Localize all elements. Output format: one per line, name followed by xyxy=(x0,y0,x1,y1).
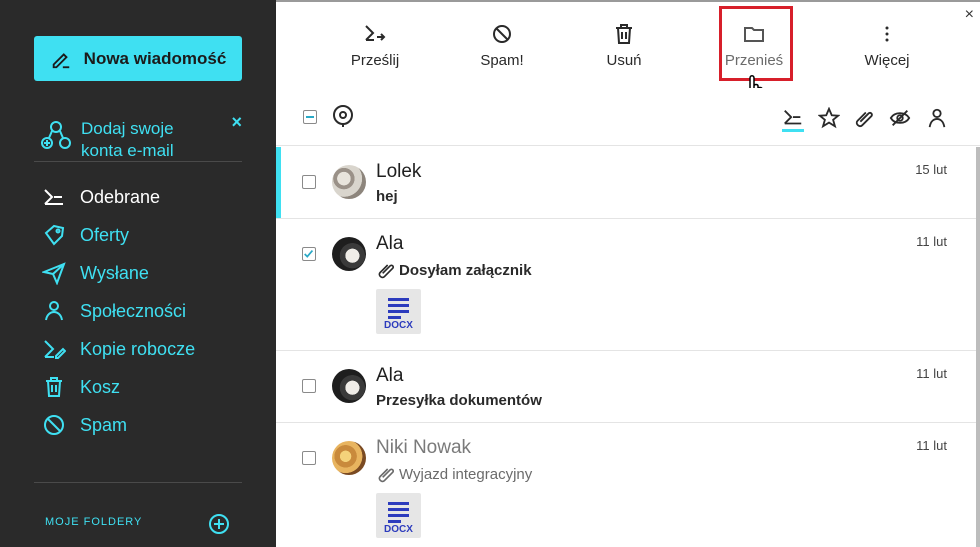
draft-icon xyxy=(44,340,66,359)
sidebar-divider xyxy=(34,482,242,483)
unread-indicator xyxy=(276,147,281,218)
sender-name: Ala xyxy=(376,233,404,254)
avatar xyxy=(332,441,366,475)
avatar xyxy=(332,165,366,199)
attachment-type-label: DOCX xyxy=(384,524,413,535)
message-checkbox[interactable] xyxy=(302,175,316,189)
message-subject: Wyjazd integracyjny xyxy=(399,465,533,483)
message-checkbox[interactable] xyxy=(302,451,316,465)
sidebar-item-drafts[interactable]: Kopie robocze xyxy=(34,330,242,368)
inbox-filter-icon[interactable] xyxy=(782,107,804,129)
message-row[interactable]: Ala Przesyłka dokumentów 11 lut xyxy=(276,351,980,423)
people-icon xyxy=(45,301,63,321)
compose-label: Nowa wiadomość xyxy=(83,48,227,68)
message-row[interactable]: Lolek hej 15 lut xyxy=(276,147,980,219)
document-icon xyxy=(388,502,409,526)
close-icon[interactable]: × xyxy=(965,6,974,24)
message-subject-row: Dosyłam załącznik xyxy=(376,260,532,280)
message-row[interactable]: Ala Dosyłam załącznik 11 lut DOCX xyxy=(276,219,980,351)
more-button[interactable]: Więcej xyxy=(842,22,932,69)
hidden-eye-icon[interactable] xyxy=(889,107,911,129)
my-folders-label: MOJE FOLDERY xyxy=(45,516,143,528)
send-icon xyxy=(42,262,66,285)
forward-icon xyxy=(365,25,386,41)
sidebar-item-spam[interactable]: Spam xyxy=(34,406,242,444)
message-subject: Dosyłam załącznik xyxy=(399,261,532,279)
message-subject: Przesyłka dokumentów xyxy=(376,392,542,409)
add-accounts-text: Dodaj swoje konta e-mail xyxy=(81,119,174,160)
message-list: Lolek hej 15 lut Ala Dosyłam załącznik 1… xyxy=(276,147,980,547)
close-banner-icon[interactable]: × xyxy=(231,112,242,133)
message-subject-row: Wyjazd integracyjny xyxy=(376,464,532,484)
toolbar: Prześlij Spam! Usuń Przenieś Więcej × xyxy=(276,2,980,88)
sidebar-item-sent[interactable]: Wysłane xyxy=(34,254,242,292)
message-checkbox[interactable] xyxy=(302,379,316,393)
avatar xyxy=(332,237,366,271)
active-filter-indicator xyxy=(782,129,804,132)
select-all-checkbox[interactable] xyxy=(303,110,317,124)
tag-icon xyxy=(44,224,65,246)
attachment-icon xyxy=(378,264,395,279)
sidebar-item-inbox[interactable]: Odebrane xyxy=(34,178,242,216)
attachment-icon xyxy=(378,468,395,483)
spam-button[interactable]: Spam! xyxy=(457,22,547,69)
message-date: 15 lut xyxy=(915,162,947,177)
scrollbar[interactable] xyxy=(976,147,980,547)
forward-button[interactable]: Prześlij xyxy=(330,22,420,69)
sidebar: Nowa wiadomość Dodaj swoje konta e-mail … xyxy=(0,0,276,547)
compose-button[interactable]: Nowa wiadomość xyxy=(34,36,242,81)
trash-icon xyxy=(616,24,632,44)
message-date: 11 lut xyxy=(916,234,947,249)
sidebar-item-social[interactable]: Społeczności xyxy=(34,292,242,330)
message-date: 11 lut xyxy=(916,438,947,453)
person-icon[interactable] xyxy=(926,107,948,129)
attachment-icon[interactable] xyxy=(853,107,875,129)
spam-icon xyxy=(493,25,511,43)
check-icon xyxy=(304,250,314,258)
message-row[interactable]: Niki Nowak Wyjazd integracyjny 11 lut DO… xyxy=(276,423,980,547)
pencil-icon xyxy=(52,52,69,68)
docx-attachment[interactable]: DOCX xyxy=(376,493,421,538)
add-accounts-icon xyxy=(41,121,71,149)
more-vertical-icon xyxy=(885,26,889,42)
avatar xyxy=(332,369,366,403)
delete-button[interactable]: Usuń xyxy=(579,22,669,69)
trash-icon xyxy=(46,377,62,397)
mention-icon[interactable] xyxy=(331,104,355,128)
message-checkbox[interactable] xyxy=(302,247,316,261)
add-accounts-banner[interactable]: Dodaj swoje konta e-mail × xyxy=(34,112,242,162)
add-folder-icon[interactable] xyxy=(208,513,230,535)
folder-list: Odebrane Oferty Wysłane Społeczności Kop… xyxy=(34,178,242,444)
message-date: 11 lut xyxy=(916,366,947,381)
inbox-icon xyxy=(44,189,63,205)
sender-name: Niki Nowak xyxy=(376,437,472,458)
attachment-type-label: DOCX xyxy=(384,320,413,331)
sidebar-item-trash[interactable]: Kosz xyxy=(34,368,242,406)
sidebar-item-offers[interactable]: Oferty xyxy=(34,216,242,254)
star-icon[interactable] xyxy=(818,107,840,129)
spam-icon xyxy=(44,415,64,435)
message-subject: hej xyxy=(376,188,398,205)
document-icon xyxy=(388,298,409,322)
filter-bar xyxy=(276,88,980,146)
move-button-highlight xyxy=(719,6,793,81)
docx-attachment[interactable]: DOCX xyxy=(376,289,421,334)
sender-name: Lolek xyxy=(376,161,422,182)
sender-name: Ala xyxy=(376,365,404,386)
